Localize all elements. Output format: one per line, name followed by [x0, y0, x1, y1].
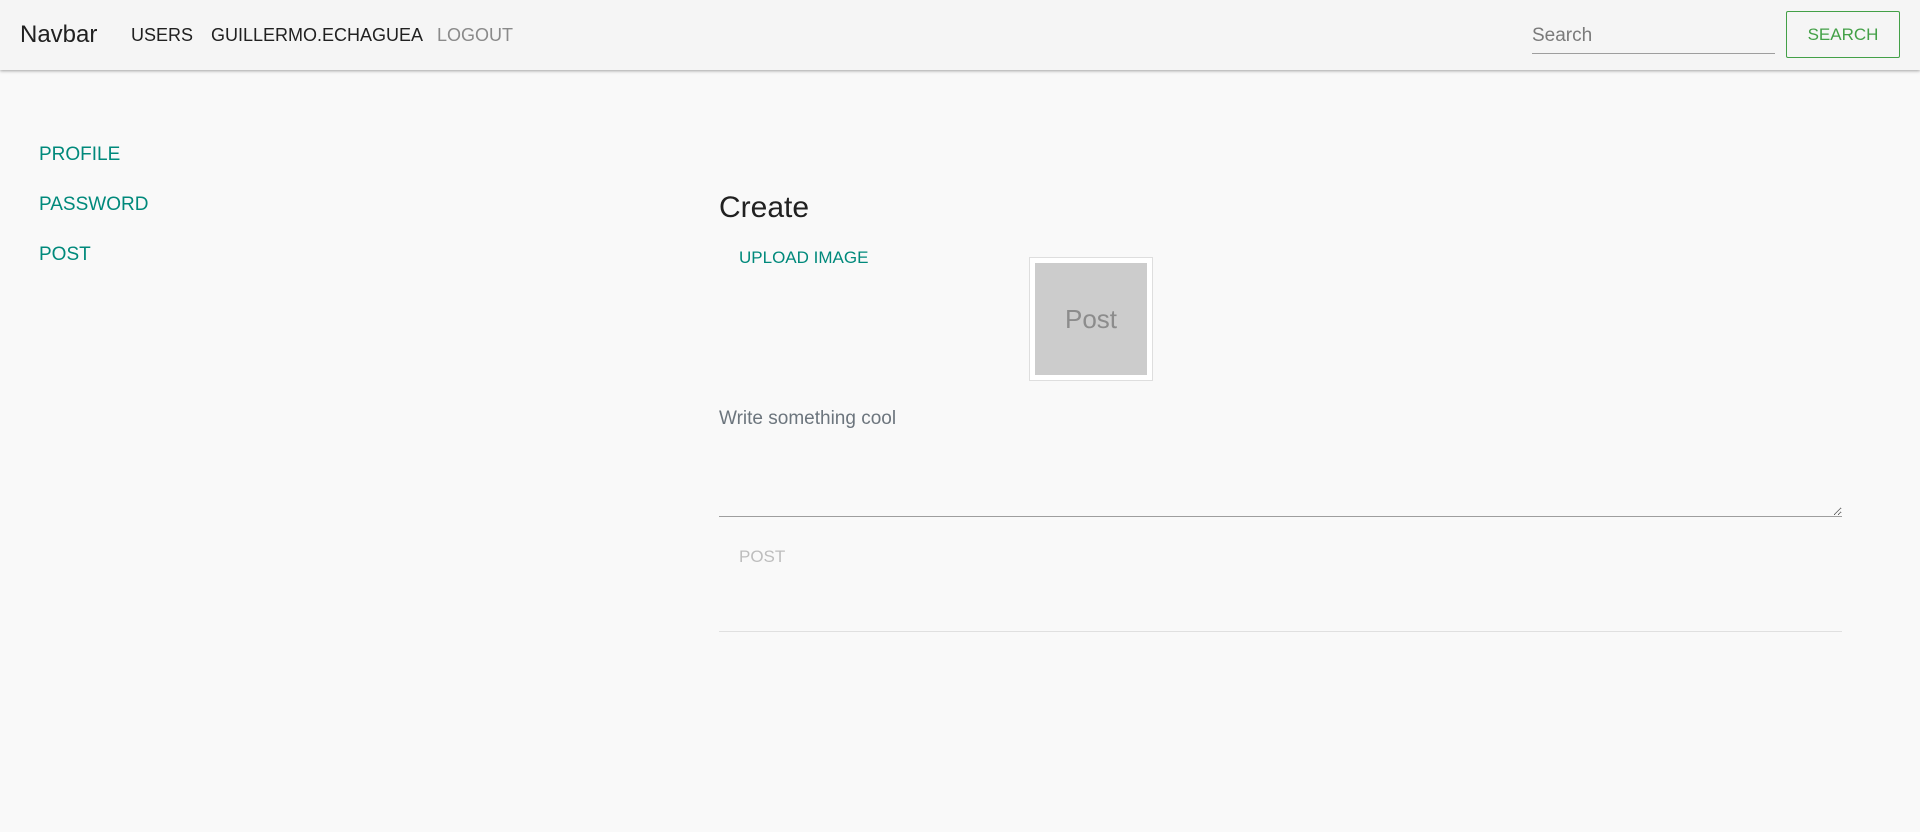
navbar: Navbar USERS GUILLERMO.ECHAGUEA LOGOUT S…: [0, 0, 1920, 70]
nav-link-logout[interactable]: LOGOUT: [437, 24, 513, 46]
navbar-brand[interactable]: Navbar: [20, 20, 97, 50]
sidebar-item-post[interactable]: POST: [39, 243, 91, 267]
post-content-textarea[interactable]: [719, 400, 1842, 517]
sidebar-item-password[interactable]: PASSWORD: [39, 193, 148, 217]
post-submit-button[interactable]: POST: [719, 542, 805, 572]
sidebar-item-profile[interactable]: PROFILE: [39, 143, 120, 167]
search-button[interactable]: SEARCH: [1786, 11, 1900, 58]
image-preview: Post: [1029, 257, 1153, 381]
search-input[interactable]: [1532, 18, 1775, 54]
nav-link-users[interactable]: USERS: [131, 24, 193, 46]
upload-image-button[interactable]: UPLOAD IMAGE: [719, 243, 888, 273]
divider: [719, 631, 1842, 632]
page-title: Create: [719, 191, 810, 224]
nav-link-current-user[interactable]: GUILLERMO.ECHAGUEA: [211, 24, 423, 46]
image-placeholder: Post: [1035, 263, 1147, 375]
